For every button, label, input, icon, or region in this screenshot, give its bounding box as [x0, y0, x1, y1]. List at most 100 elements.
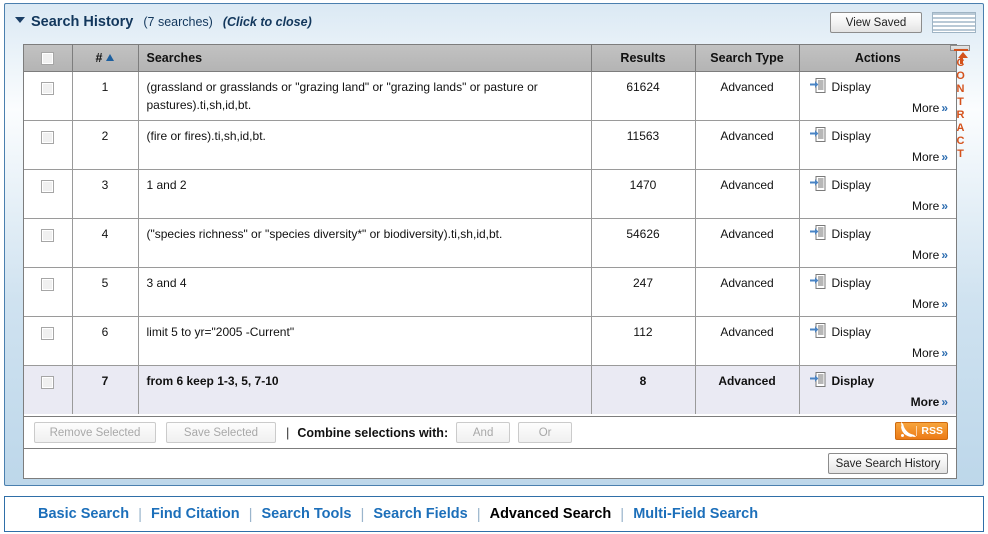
display-results-icon: [809, 371, 826, 390]
more-label: More: [911, 198, 940, 213]
rss-feed-icon: [900, 421, 917, 438]
display-action[interactable]: Display: [809, 77, 951, 96]
row-select-checkbox[interactable]: [41, 81, 55, 95]
nav-link-find-citation[interactable]: Find Citation: [142, 506, 249, 522]
row-checkbox-cell: [24, 218, 73, 268]
select-all-checkbox[interactable]: [41, 51, 55, 65]
row-select-checkbox[interactable]: [41, 326, 55, 340]
row-select-checkbox[interactable]: [41, 179, 55, 193]
double-chevron-right-icon: »: [941, 345, 948, 360]
more-actions-link[interactable]: More»: [911, 395, 948, 409]
search-history-panel: Search History (7 searches) (Click to cl…: [4, 3, 984, 486]
row-actions-cell: Display More»: [799, 267, 956, 317]
double-chevron-right-icon: »: [941, 296, 948, 311]
more-label: More: [910, 395, 940, 409]
contract-panel-tab[interactable]: CONTRACT: [949, 45, 971, 161]
double-chevron-right-icon: »: [941, 198, 948, 213]
more-actions-link[interactable]: More»: [912, 346, 948, 360]
more-actions-link[interactable]: More»: [912, 297, 948, 311]
more-actions-link[interactable]: More»: [912, 199, 948, 213]
double-chevron-right-icon: »: [941, 149, 948, 164]
row-checkbox-cell: [24, 267, 73, 317]
row-actions-cell: Display More»: [799, 120, 956, 170]
table-row: 7 from 6 keep 1-3, 5, 7-10 8 Advanced Displa…: [24, 365, 956, 414]
nav-link-advanced-search: Advanced Search: [489, 506, 612, 522]
column-header-searches[interactable]: Searches: [138, 45, 592, 72]
more-label: More: [911, 149, 940, 164]
row-number: 6: [72, 316, 139, 366]
drag-handle-icon[interactable]: [932, 12, 976, 33]
column-header-search-type[interactable]: Search Type: [695, 45, 800, 72]
row-results-count: 1470: [591, 169, 696, 219]
column-header-results[interactable]: Results: [591, 45, 696, 72]
combine-or-button[interactable]: Or: [518, 422, 573, 443]
row-search-type: Advanced: [695, 365, 800, 414]
row-checkbox-cell: [24, 316, 73, 366]
row-select-checkbox[interactable]: [41, 375, 55, 389]
row-select-checkbox[interactable]: [41, 277, 55, 291]
row-select-checkbox[interactable]: [41, 228, 55, 242]
more-actions-link[interactable]: More»: [912, 150, 948, 164]
display-label: Display: [831, 177, 871, 192]
column-header-checkbox: [24, 45, 73, 72]
display-results-icon: [809, 322, 826, 341]
remove-selected-button[interactable]: Remove Selected: [34, 422, 156, 443]
double-chevron-right-icon: »: [941, 247, 948, 262]
display-action[interactable]: Display: [809, 371, 951, 390]
row-search-type: Advanced: [695, 71, 800, 121]
display-results-icon: [809, 175, 826, 194]
search-history-toggle[interactable]: Search History (7 searches) (Click to cl…: [15, 14, 312, 30]
row-results-count: 11563: [591, 120, 696, 170]
row-number: 1: [72, 71, 139, 121]
display-results-icon: [809, 77, 826, 96]
display-label: Display: [831, 373, 875, 388]
save-search-history-button[interactable]: Save Search History: [828, 453, 948, 474]
row-search-type: Advanced: [695, 218, 800, 268]
row-search-statement: limit 5 to yr="2005 -Current": [138, 316, 592, 366]
nav-link-multi-field-search[interactable]: Multi-Field Search: [624, 506, 767, 522]
contract-label: CONTRACT: [954, 57, 967, 161]
row-number: 2: [72, 120, 139, 170]
display-action[interactable]: Display: [809, 273, 951, 292]
row-results-count: 61624: [591, 71, 696, 121]
column-header-number-label: #: [95, 50, 103, 65]
search-history-rows: 1 (grassland or grasslands or "grazing la…: [24, 71, 956, 414]
row-search-statement: 1 and 2: [138, 169, 592, 219]
table-row: 1 (grassland or grasslands or "grazing la…: [24, 71, 956, 121]
more-label: More: [911, 100, 940, 115]
display-label: Display: [831, 324, 871, 339]
table-row: 2 (fire or fires).ti,sh,id,bt. 11563 Advanc…: [24, 120, 956, 170]
more-actions-link[interactable]: More»: [912, 101, 948, 115]
double-chevron-right-icon: »: [941, 395, 948, 409]
row-search-type: Advanced: [695, 267, 800, 317]
display-action[interactable]: Display: [809, 175, 951, 194]
display-action[interactable]: Display: [809, 126, 951, 145]
nav-link-basic-search[interactable]: Basic Search: [29, 506, 138, 522]
display-action[interactable]: Display: [809, 322, 951, 341]
row-search-type: Advanced: [695, 169, 800, 219]
row-checkbox-cell: [24, 120, 73, 170]
row-actions-cell: Display More»: [799, 218, 956, 268]
row-search-statement: 3 and 4: [138, 267, 592, 317]
save-selected-button[interactable]: Save Selected: [166, 422, 276, 443]
view-saved-button[interactable]: View Saved: [830, 12, 922, 33]
column-header-actions: Actions: [799, 45, 956, 72]
combine-and-button[interactable]: And: [456, 422, 511, 443]
display-action[interactable]: Display: [809, 224, 951, 243]
nav-link-search-fields[interactable]: Search Fields: [364, 506, 476, 522]
more-actions-link[interactable]: More»: [912, 248, 948, 262]
double-chevron-right-icon: »: [941, 100, 948, 115]
search-history-table-container: # Searches Results Search Type Actions 1…: [23, 44, 957, 417]
row-actions-cell: Display More»: [799, 365, 956, 414]
rss-button[interactable]: RSS: [895, 421, 948, 440]
row-checkbox-cell: [24, 169, 73, 219]
row-results-count: 112: [591, 316, 696, 366]
row-select-checkbox[interactable]: [41, 130, 55, 144]
nav-link-search-tools[interactable]: Search Tools: [253, 506, 361, 522]
combine-selections-label: Combine selections with:: [297, 425, 449, 440]
table-row: 53 and 4 247 Advanced Display More»: [24, 267, 956, 317]
row-checkbox-cell: [24, 365, 73, 414]
column-header-number[interactable]: #: [72, 45, 139, 72]
row-number: 7: [72, 365, 139, 414]
table-header-row: # Searches Results Search Type Actions: [24, 45, 956, 72]
